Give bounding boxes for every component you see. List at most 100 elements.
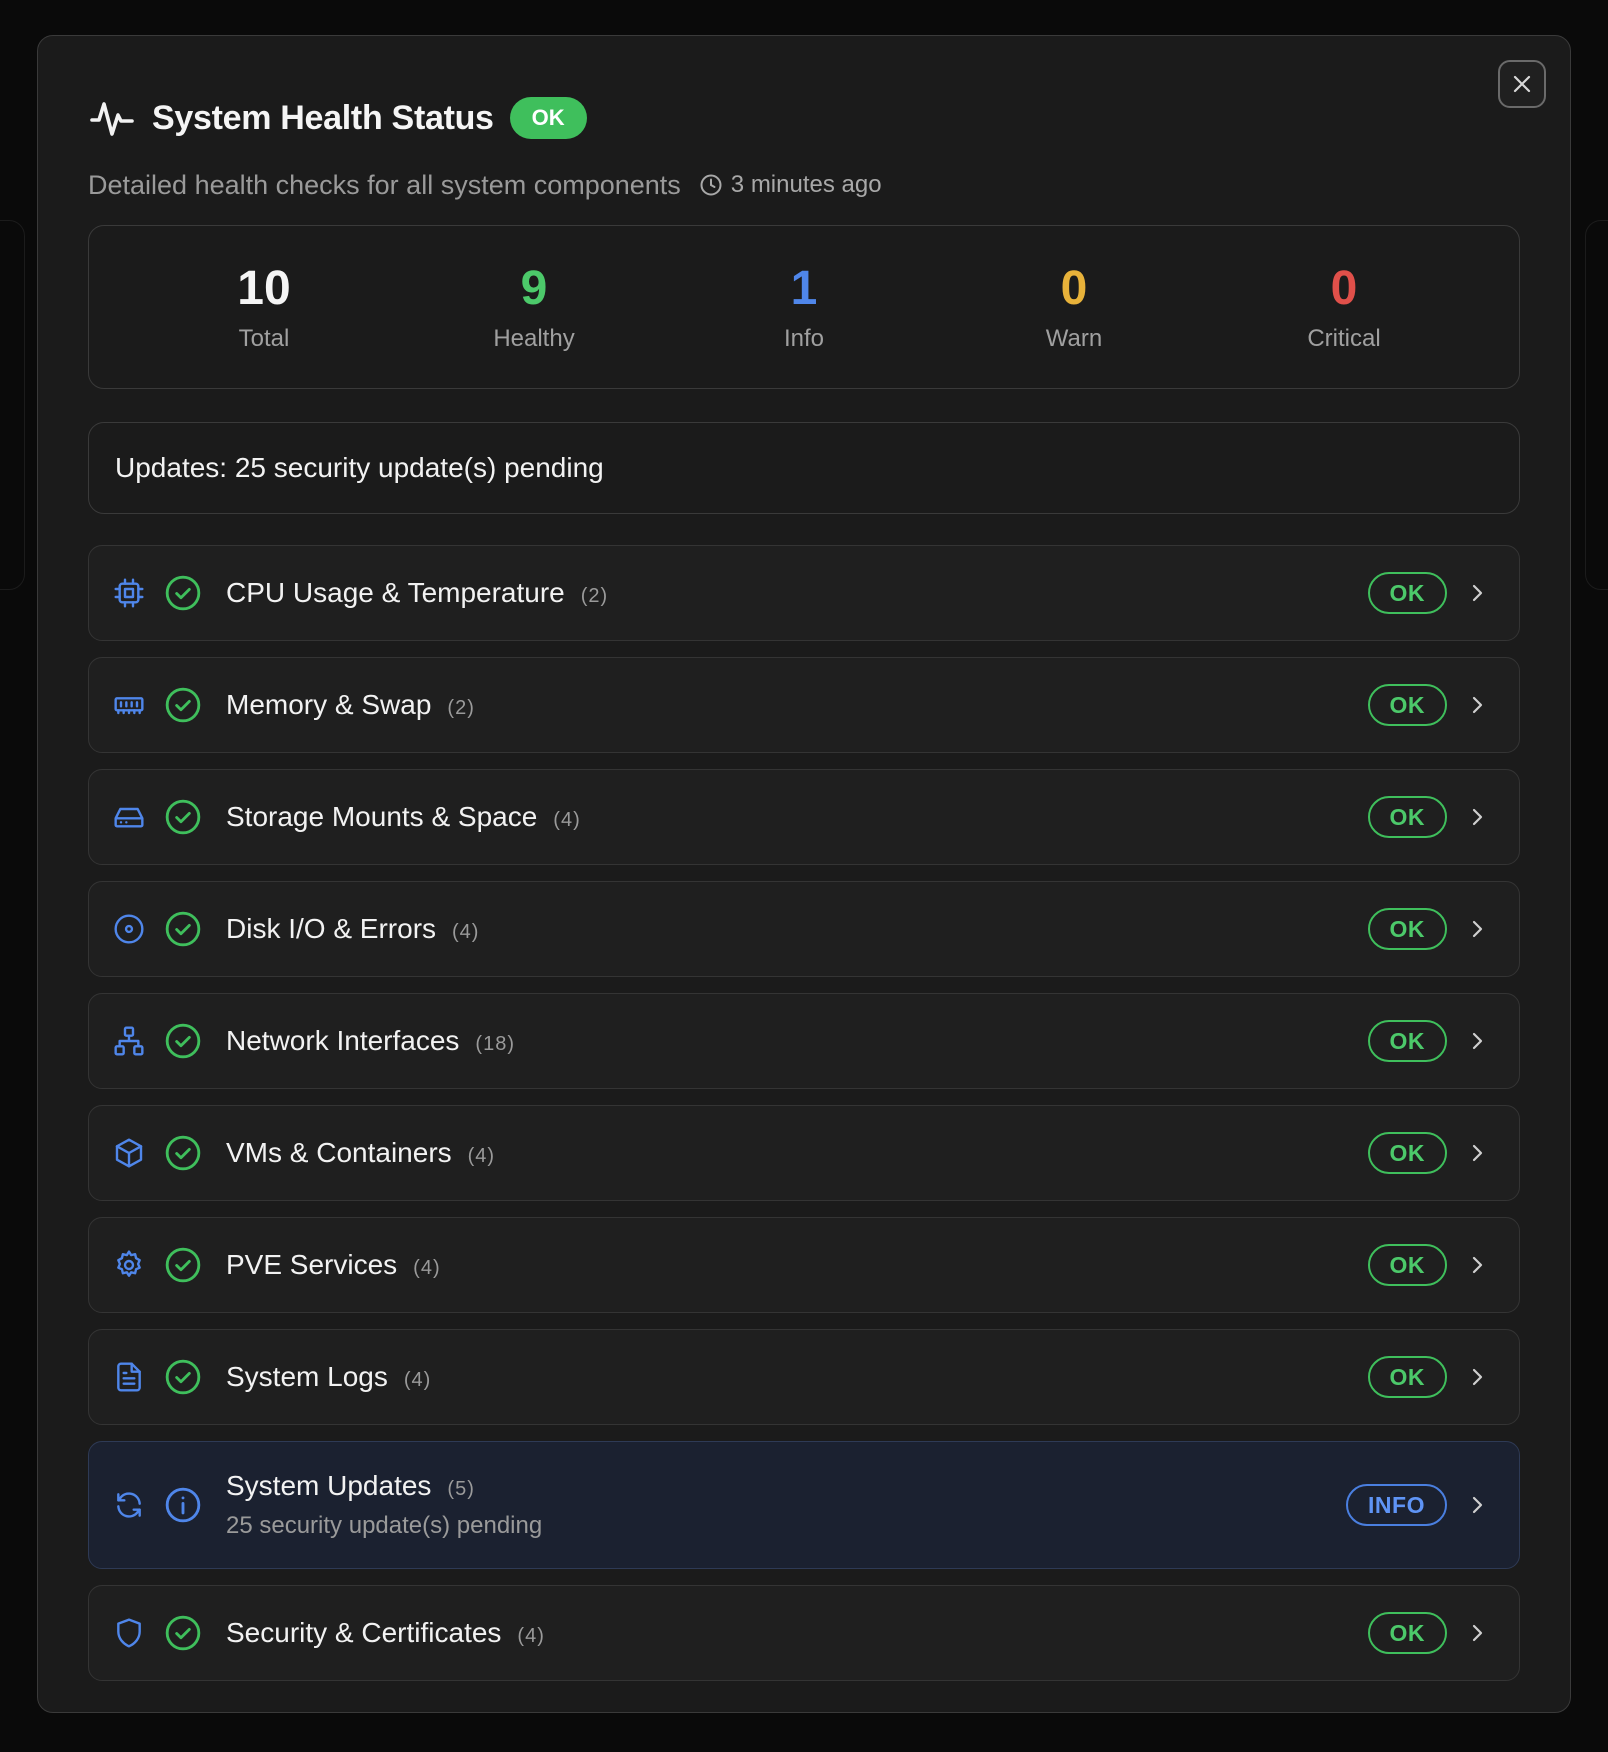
refresh-icon: [117, 1492, 141, 1518]
check-name: System Updates: [226, 1470, 432, 1501]
chevron-right-icon: [1472, 1032, 1483, 1050]
status-badge: INFO: [1346, 1484, 1447, 1526]
summary-stats: 10 Total 9 Healthy 1 Info 0 Warn 0 Criti…: [88, 225, 1520, 389]
check-row-memory[interactable]: Memory & Swap (2) OK: [88, 657, 1520, 753]
check-count: (4): [413, 1257, 441, 1279]
check-circle-icon: [165, 1615, 201, 1651]
background-card: [0, 220, 25, 590]
stat-label: Total: [238, 325, 290, 352]
stat-label: Warn: [1045, 325, 1103, 352]
status-badge: OK: [1367, 1612, 1447, 1654]
status-badge: OK: [1367, 1244, 1447, 1286]
close-button[interactable]: [1498, 60, 1546, 108]
chevron-right-icon: [1472, 1496, 1483, 1514]
chevron-right-icon: [1472, 808, 1483, 826]
check-circle-icon: [165, 1135, 201, 1171]
check-count: (5): [447, 1478, 475, 1500]
check-count: (4): [517, 1625, 545, 1647]
check-count: (4): [467, 1145, 496, 1167]
stat-label: Info: [783, 325, 825, 352]
check-circle-icon: [165, 1359, 201, 1395]
check-row-logs[interactable]: System Logs (4) OK: [88, 1329, 1520, 1425]
check-row-disk-io[interactable]: Disk I/O & Errors (4) OK: [88, 881, 1520, 977]
check-detail: 25 security update(s) pending: [226, 1512, 543, 1539]
stat-critical: 0 Critical: [1244, 261, 1444, 353]
check-name: Disk I/O & Errors: [226, 913, 437, 944]
chevron-right-icon: [1472, 1144, 1483, 1162]
check-circle-icon: [165, 799, 201, 835]
check-name: System Logs: [226, 1361, 388, 1392]
stat-total: 10 Total: [164, 261, 364, 353]
check-circle-icon: [165, 687, 201, 723]
check-row-vms[interactable]: VMs & Containers (4) OK: [88, 1105, 1520, 1201]
info-circle-icon: [165, 1487, 201, 1523]
stat-info: 1 Info: [704, 261, 904, 353]
check-row-security[interactable]: Security & Certificates (4) OK: [88, 1585, 1520, 1681]
check-count: (4): [553, 809, 581, 831]
chevron-right-icon: [1472, 1368, 1483, 1386]
health-status-modal: System Health Status OK Detailed health …: [37, 35, 1571, 1713]
stat-value: 0: [1060, 262, 1088, 315]
stat-value: 10: [237, 262, 291, 315]
shield-icon: [117, 1618, 141, 1648]
check-count: (4): [403, 1369, 432, 1391]
page-title: System Health Status: [152, 98, 494, 137]
check-circle-icon: [165, 1247, 201, 1283]
check-name: VMs & Containers: [226, 1137, 452, 1168]
last-checked-time: 3 minutes ago: [730, 171, 882, 198]
chevron-right-icon: [1472, 696, 1483, 714]
disc-icon: [114, 914, 144, 944]
stat-value: 1: [790, 262, 818, 315]
check-count: (18): [475, 1033, 515, 1055]
memory-icon: [114, 697, 144, 715]
stat-label: Healthy: [493, 325, 575, 352]
check-count: (4): [452, 921, 480, 943]
box-icon: [115, 1138, 143, 1168]
check-name: Security & Certificates: [226, 1617, 502, 1648]
hard-drive-icon: [114, 807, 144, 828]
check-row-updates[interactable]: System Updates (5) 25 security update(s)…: [88, 1441, 1520, 1569]
status-badge: OK: [1367, 684, 1447, 726]
check-count: (2): [447, 697, 475, 719]
updates-banner: Updates: 25 security update(s) pending: [88, 422, 1520, 514]
chevron-right-icon: [1472, 1624, 1483, 1642]
close-icon: [1513, 75, 1531, 93]
cpu-icon: [114, 578, 144, 608]
check-count: (2): [580, 585, 609, 607]
modal-subtitle: Detailed health checks for all system co…: [88, 169, 681, 200]
activity-icon: [90, 102, 134, 136]
check-circle-icon: [165, 1023, 201, 1059]
file-text-icon: [117, 1362, 141, 1392]
status-badge: OK: [1367, 908, 1447, 950]
health-check-list: CPU Usage & Temperature (2) OK Memory & …: [88, 545, 1520, 1697]
stat-label: Critical: [1307, 325, 1381, 352]
status-badge: OK: [1367, 1132, 1447, 1174]
check-name: Storage Mounts & Space: [226, 801, 538, 832]
stat-healthy: 9 Healthy: [434, 261, 634, 353]
overall-status-badge: OK: [509, 97, 587, 139]
check-name: Network Interfaces: [226, 1025, 460, 1056]
stat-value: 0: [1330, 262, 1358, 315]
status-badge: OK: [1367, 796, 1447, 838]
stat-value: 9: [520, 262, 548, 315]
check-circle-icon: [165, 575, 201, 611]
chevron-right-icon: [1472, 584, 1483, 602]
chevron-right-icon: [1472, 1256, 1483, 1274]
status-badge: OK: [1367, 1020, 1447, 1062]
check-circle-icon: [165, 911, 201, 947]
gear-icon: [117, 1250, 141, 1277]
check-row-cpu[interactable]: CPU Usage & Temperature (2) OK: [88, 545, 1520, 641]
modal-header: System Health Status OK Detailed health …: [88, 88, 1470, 202]
status-badge: OK: [1367, 572, 1447, 614]
check-row-storage[interactable]: Storage Mounts & Space (4) OK: [88, 769, 1520, 865]
background-card: [1585, 220, 1608, 590]
check-row-network[interactable]: Network Interfaces (18) OK: [88, 993, 1520, 1089]
check-row-services[interactable]: PVE Services (4) OK: [88, 1217, 1520, 1313]
status-badge: OK: [1367, 1356, 1447, 1398]
check-name: PVE Services: [226, 1249, 398, 1280]
check-name: Memory & Swap: [226, 689, 432, 720]
stat-warn: 0 Warn: [974, 261, 1174, 353]
clock-icon: [700, 174, 722, 196]
chevron-right-icon: [1472, 920, 1483, 938]
network-icon: [114, 1026, 144, 1056]
